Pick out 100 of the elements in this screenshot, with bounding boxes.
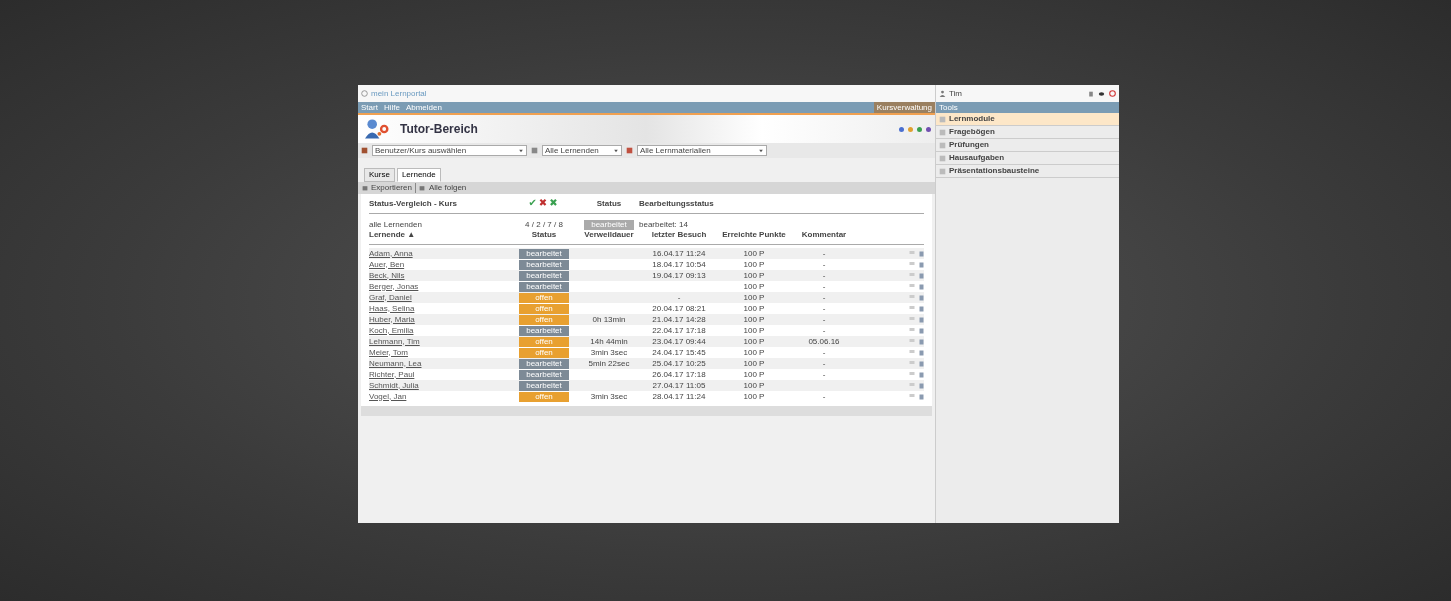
status-badge: bearbeitet	[584, 220, 634, 230]
sidebar-item[interactable]: Lernmodule	[936, 113, 1119, 126]
table-cell-text: 27.04.17 11:05	[651, 380, 707, 391]
table-cell-text: 16.04.17 11:24	[651, 248, 707, 259]
column-heading: Bearbeitungsstatus	[639, 198, 715, 209]
table-cell-text: 22.04.17 17:18	[651, 325, 707, 336]
table-cell-text: 100 P	[742, 292, 766, 303]
group-icon	[531, 147, 538, 154]
dropdown-value: Benutzer/Kurs auswählen	[375, 145, 468, 156]
table-cell-text: 100 P	[742, 303, 766, 314]
table-cell-text: 100 P	[742, 259, 766, 270]
legend-mark: ✖	[538, 197, 548, 208]
dropdown[interactable]: Alle Lernenden	[542, 145, 622, 156]
table-cell-text: -	[821, 314, 827, 325]
student-name-link[interactable]: Huber, Maria	[369, 314, 509, 325]
status-badge: offen	[519, 347, 569, 358]
student-name-link[interactable]: Neumann, Lea	[369, 358, 509, 369]
table-cell-text: 28.04.17 11:24	[651, 391, 707, 402]
status-badge: bearbeitet	[519, 259, 569, 270]
student-name-link[interactable]: Meier, Tom	[369, 347, 509, 358]
student-name-link[interactable]: Lehmann, Tim	[369, 336, 509, 347]
student-name-link[interactable]: Haas, Selina	[369, 303, 509, 314]
student-name-link[interactable]: Koch, Emilia	[369, 325, 509, 336]
dropdown[interactable]: Alle Lernmaterialien	[637, 145, 767, 156]
student-name-link[interactable]: Auer, Ben	[369, 259, 509, 270]
user-name: Tim	[949, 88, 963, 99]
student-name-link[interactable]: Beck, Nils	[369, 270, 509, 281]
student-name-link[interactable]: Graf, Daniel	[369, 292, 509, 303]
status-badge: offen	[519, 314, 569, 325]
student-name-link[interactable]: Berger, Jonas	[369, 281, 509, 292]
status-badge: offen	[519, 303, 569, 314]
column-heading: Kommentar	[800, 230, 848, 240]
table-cell-text: 18.04.17 10:54	[651, 259, 707, 270]
status-badge: bearbeitet	[519, 248, 569, 259]
sidebar-title: Tools	[939, 102, 958, 113]
table-cell-text: 100 P	[742, 358, 766, 369]
section-title: Status-Vergleich - Kurs	[369, 198, 459, 209]
logo-text: mein Lernportal	[371, 88, 427, 99]
student-name-link[interactable]: Vogel, Jan	[369, 391, 509, 402]
power-icon	[361, 90, 368, 97]
table-cell-text: 100 P	[742, 380, 766, 391]
power-icon[interactable]	[1109, 90, 1116, 97]
table-cell-text: 100 P	[742, 347, 766, 358]
color-dot[interactable]	[908, 126, 913, 132]
toolbar-link[interactable]: Alle folgen	[428, 183, 467, 193]
sidebar-item[interactable]: Prüfungen	[936, 139, 1119, 152]
color-dot[interactable]	[899, 126, 904, 132]
table-cell-text: 3min 3sec	[589, 347, 629, 358]
table-cell-text: 100 P	[742, 281, 766, 292]
table-cell-text: -	[821, 292, 827, 303]
color-dot[interactable]	[917, 126, 922, 132]
status-badge: offen	[519, 292, 569, 303]
color-dot[interactable]	[926, 126, 931, 132]
count-text: 4 / 2 / 7 / 8	[524, 220, 564, 230]
table-cell-text: 5min 22sec	[587, 358, 631, 369]
table-cell-text: 100 P	[742, 248, 766, 259]
tab[interactable]: Kurse	[364, 168, 395, 182]
table-cell-text: -	[821, 391, 827, 402]
table-cell-text: 25.04.17 10:25	[651, 358, 707, 369]
table-cell-text: 100 P	[742, 314, 766, 325]
panel-button[interactable]: Kursverwaltung	[873, 102, 935, 113]
sidebar-item[interactable]: Präsentationsbausteine	[936, 165, 1119, 178]
table-cell-text: 23.04.17 09:44	[651, 336, 707, 347]
student-name-link[interactable]: Adam, Anna	[369, 248, 509, 259]
legend-mark: ✖	[549, 197, 558, 208]
row-label: alle Lernenden	[369, 220, 423, 230]
page-title: Tutor-Bereich	[400, 124, 478, 134]
table-cell-text: 0h 13min	[591, 314, 627, 325]
legend-mark: ✔	[528, 197, 537, 208]
table-cell-text: -	[821, 248, 827, 259]
table-cell-text: -	[821, 259, 827, 270]
table-cell-text: 14h 44min	[589, 336, 629, 347]
dropdown[interactable]: Benutzer/Kurs auswählen	[372, 145, 527, 156]
table-cell-text: -	[821, 303, 827, 314]
table-cell-text: -	[821, 281, 827, 292]
column-heading: letzter Besuch	[650, 230, 708, 240]
column-heading: Status	[530, 230, 558, 240]
table-cell-text: 21.04.17 14:28	[651, 314, 707, 325]
table-cell-text: -	[821, 270, 827, 281]
table-cell-text: -	[821, 325, 827, 336]
table-cell-text: 26.04.17 17:18	[651, 369, 707, 380]
status-badge: bearbeitet	[519, 270, 569, 281]
sidebar-item[interactable]: Hausaufgaben	[936, 152, 1119, 165]
caret-icon	[758, 147, 764, 154]
tab[interactable]: Lernende	[396, 168, 441, 182]
column-heading[interactable]: Lernende ▲	[369, 230, 509, 240]
table-cell-text: 100 P	[742, 336, 766, 347]
user-icon	[939, 90, 946, 97]
table-cell-text: -	[676, 292, 682, 303]
eye-icon[interactable]	[1098, 90, 1105, 97]
student-name-link[interactable]: Richter, Paul	[369, 369, 509, 380]
table-cell-text: 05.06.16	[807, 336, 841, 347]
status-badge: bearbeitet	[519, 380, 569, 391]
status-badge: bearbeitet	[519, 369, 569, 380]
table-cell-text: -	[821, 369, 827, 380]
column-heading: Verweildauer	[583, 230, 635, 240]
table-cell-text: 100 P	[742, 270, 766, 281]
toolbar-link[interactable]: Exportieren	[371, 183, 412, 193]
sidebar-item[interactable]: Fragebögen	[936, 126, 1119, 139]
student-name-link[interactable]: Schmidt, Julia	[369, 380, 509, 391]
